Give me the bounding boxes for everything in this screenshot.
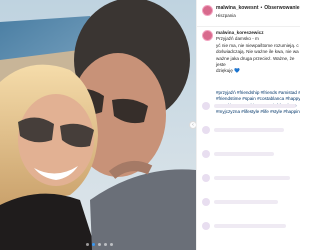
comment-avatar-placeholder [202, 174, 210, 182]
caption-text: malwina_koreszewicz Przyjaźń damsko - m … [216, 30, 299, 75]
photo-illustration [0, 0, 196, 250]
hashtag-line[interactable]: #myjczyzna #lifestyle #life #style #happ… [216, 109, 300, 115]
hashtag-line[interactable]: #friendstime #spain #costablanca #happy [216, 96, 300, 102]
post-sidebar: malwina_kowesnt • Obserwowanie Hiszpania m… [196, 0, 300, 250]
carousel-dot [86, 243, 89, 246]
caption-line: dziękuję 💙 [216, 68, 240, 74]
caption-line: doświadczają. Nie ważne ile kwa, nie wa [216, 49, 299, 55]
location-link[interactable]: Hiszpania [216, 13, 236, 18]
comment-avatar-placeholder [202, 150, 210, 158]
caption-line: ważne jaka druga przecież. Ważne, że jes… [216, 55, 295, 68]
comment-avatar-placeholder [202, 102, 210, 110]
comment-avatar-placeholder [202, 222, 210, 230]
username-link[interactable]: malwina_kowesnt [216, 5, 259, 11]
hashtag-list: #przyjaźń #friendship #friends #amistad … [216, 90, 300, 116]
follow-button[interactable]: Obserwowanie [264, 5, 299, 11]
comment-line-placeholder [214, 200, 278, 204]
header-user-line: malwina_kowesnt • Obserwowanie [216, 5, 300, 11]
comment-avatar-placeholder [202, 198, 210, 206]
comment-avatar-placeholder [202, 126, 210, 134]
avatar[interactable] [202, 5, 213, 16]
post-header: malwina_kowesnt • Obserwowanie Hiszpania [197, 0, 300, 27]
comment-line-placeholder [214, 104, 296, 108]
comment-line-placeholder [214, 176, 290, 180]
carousel-dot [110, 243, 113, 246]
carousel-dot [98, 243, 101, 246]
comment-line-placeholder [214, 224, 286, 228]
carousel-dot-active [92, 243, 95, 246]
caption-avatar[interactable] [202, 30, 213, 41]
carousel-indicators [86, 243, 113, 246]
comment-line-placeholder [214, 128, 284, 132]
bullet-separator: • [260, 5, 263, 11]
comment-line-placeholder [214, 152, 274, 156]
carousel-dot [104, 243, 107, 246]
post-photo[interactable] [0, 0, 196, 250]
